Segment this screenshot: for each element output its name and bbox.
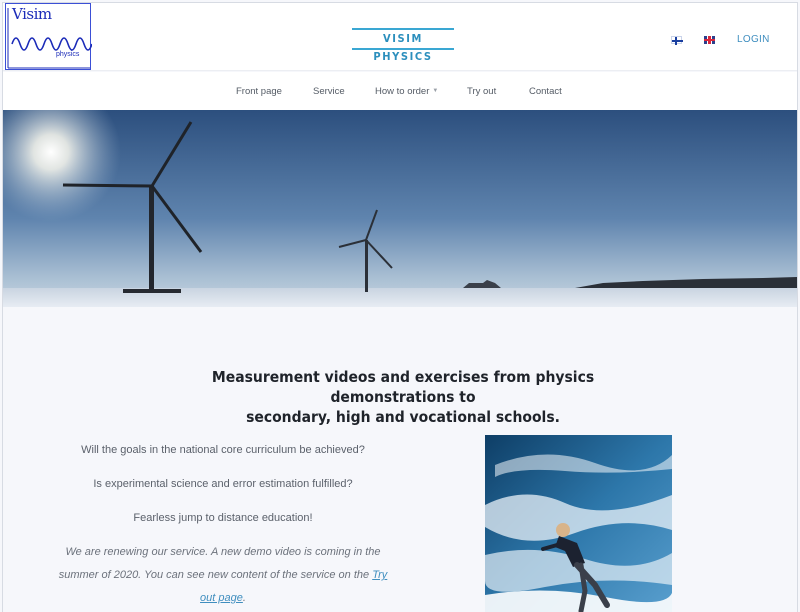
nav-item-contact[interactable]: Contact [529,86,562,97]
chevron-down-icon: ▼ [432,88,439,95]
nav-item-service[interactable]: Service [313,86,345,97]
logo-subtext: physics [56,51,80,58]
renewal-notice: We are renewing our service. A new demo … [53,541,393,610]
hero-banner-image [3,110,797,307]
login-link[interactable]: LOGIN [737,34,770,45]
logo-wordmark: Visim [12,5,52,23]
site-header: Visim physics VISIM PHYSICS LOGIN [3,3,797,71]
intro-tagline: Fearless jump to distance education! [133,512,313,524]
intro-question-2: Is experimental science and error estima… [93,478,353,490]
headline-line-1: Measurement videos and exercises from ph… [211,368,595,406]
nav-item-label: Try out [467,86,497,97]
headline-line-2: secondary, high and vocational schools. [246,408,560,426]
nav-item-try-out[interactable]: Try out [467,86,496,97]
uk-flag-icon[interactable] [704,36,715,44]
fi-flag-icon[interactable] [671,36,683,45]
nav-item-label: Service [313,86,345,97]
renewal-notice-text: We are renewing our service. A new demo … [58,546,381,581]
intro-question-1: Will the goals in the national core curr… [81,444,365,456]
renewal-notice-end: . [242,592,246,604]
site-title[interactable]: VISIM PHYSICS [352,28,454,63]
page-headline: Measurement videos and exercises from ph… [163,367,643,427]
nav-item-label: Contact [529,86,562,97]
jumping-child-photo [485,435,672,612]
site-title-text: VISIM PHYSICS [373,32,433,63]
nav-item-label: Front page [236,86,282,97]
main-nav: Front page Service How to order ▼ Try out… [3,72,797,110]
nav-item-how-to-order[interactable]: How to order ▼ [375,86,438,97]
nav-item-label: How to order [375,86,430,97]
site-logo[interactable]: Visim physics [5,3,92,70]
page: Visim physics VISIM PHYSICS LOGIN Front … [2,2,798,612]
nav-item-front-page[interactable]: Front page [236,86,282,97]
